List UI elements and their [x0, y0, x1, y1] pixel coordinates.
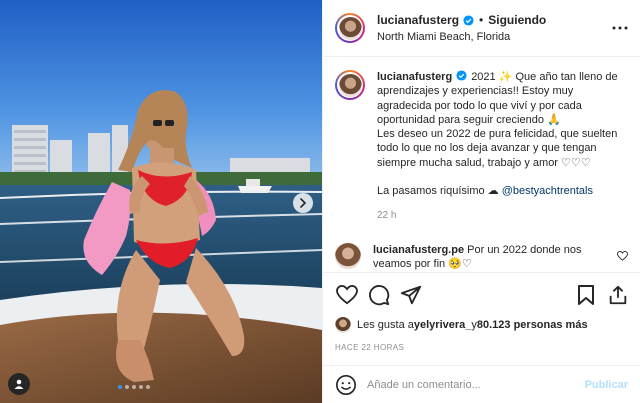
comment-like-icon[interactable]: [617, 250, 628, 261]
carousel-dot: [118, 385, 122, 389]
avatar-image: [338, 73, 362, 97]
likes-count-link[interactable]: 80.123 personas más: [477, 319, 588, 331]
caption: lucianafusterg 2021 ✨ Que año tan lleno …: [335, 70, 628, 223]
sparkle-emoji: ✨: [498, 71, 513, 83]
verified-badge-icon: [456, 70, 467, 81]
comments-section: lucianafusterg 2021 ✨ Que año tan lleno …: [323, 58, 640, 272]
chevron-right-icon: [300, 198, 307, 208]
like-button[interactable]: [335, 283, 359, 307]
save-button[interactable]: [574, 283, 598, 307]
more-options-button[interactable]: [610, 26, 628, 30]
carousel-dot: [146, 385, 150, 389]
verified-badge-icon: [463, 14, 474, 26]
comment-button[interactable]: [367, 283, 391, 307]
emoji-icon[interactable]: [335, 374, 357, 396]
comment-icon: [369, 285, 390, 306]
post-side-panel: lucianafusterg • Siguiendo North Miami B…: [322, 0, 640, 403]
add-comment-bar: Publicar: [323, 365, 640, 403]
liker-username[interactable]: yelyrivera_: [414, 319, 472, 331]
avatar-image: [338, 16, 362, 40]
post-actions: Les gusta a yelyrivera_ y 80.123 persona…: [323, 272, 640, 352]
carousel-dot: [125, 385, 129, 389]
share-button[interactable]: [399, 283, 423, 307]
separator-dot: •: [479, 12, 484, 27]
post-header: lucianafusterg • Siguiendo North Miami B…: [323, 0, 640, 57]
header-line: lucianafusterg • Siguiendo: [377, 13, 610, 28]
export-button[interactable]: [606, 283, 630, 307]
next-image-button[interactable]: [293, 193, 313, 213]
instagram-post-view: lucianafusterg • Siguiendo North Miami B…: [0, 0, 640, 403]
caption-username[interactable]: lucianafusterg: [377, 71, 452, 83]
send-icon: [400, 285, 422, 305]
publish-button[interactable]: Publicar: [585, 379, 628, 391]
avatar[interactable]: [335, 13, 365, 43]
post-photo[interactable]: [0, 0, 322, 403]
follow-status-button[interactable]: Siguiendo: [488, 13, 546, 28]
more-dots-icon: [612, 26, 628, 30]
comment-item: lucianafusterg.pe Por un 2022 donde nos …: [335, 242, 628, 272]
location-link[interactable]: North Miami Beach, Florida: [377, 30, 610, 44]
tagged-users-button[interactable]: [8, 373, 30, 395]
person-icon: [14, 379, 24, 389]
username-link[interactable]: lucianafusterg: [377, 13, 459, 28]
yacht-photo: [0, 0, 322, 403]
comment-avatar[interactable]: [335, 242, 361, 269]
action-icons: [335, 281, 630, 309]
carousel-dot: [139, 385, 143, 389]
caption-body: lucianafusterg 2021 ✨ Que año tan lleno …: [377, 70, 628, 223]
comment-input[interactable]: [367, 378, 585, 391]
post-timestamp[interactable]: HACE 22 HORAS: [335, 343, 630, 352]
upload-icon: [609, 285, 627, 305]
liker-avatar[interactable]: [335, 317, 351, 333]
caption-avatar[interactable]: [335, 70, 365, 100]
heart-icon: [336, 285, 358, 305]
caption-year: 2021: [471, 71, 496, 83]
comment-username[interactable]: lucianafusterg.pe: [373, 244, 464, 256]
avatar-ring: [337, 72, 363, 98]
avatar-ring: [337, 15, 363, 41]
mention-link[interactable]: @bestyachtrentals: [502, 185, 593, 197]
likes-prefix: Les gusta a: [357, 319, 414, 331]
likes-summary: Les gusta a yelyrivera_ y 80.123 persona…: [335, 317, 630, 333]
carousel-dot: [132, 385, 136, 389]
bookmark-icon: [578, 285, 594, 305]
comment-body: lucianafusterg.pe Por un 2022 donde nos …: [373, 243, 617, 272]
header-text: lucianafusterg • Siguiendo North Miami B…: [377, 13, 610, 44]
carousel-indicator: [118, 385, 150, 389]
caption-timestamp: 22 h: [377, 209, 397, 221]
caption-text: Que año tan lleno de aprendizajes y expe…: [377, 71, 618, 198]
